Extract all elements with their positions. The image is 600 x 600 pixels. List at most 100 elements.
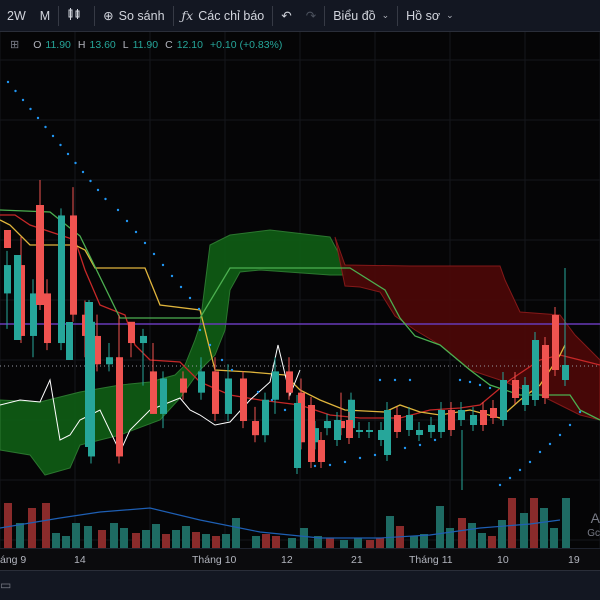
undo-button[interactable]: ↶: [274, 0, 298, 32]
psar-dot: [433, 438, 437, 442]
volume-bar: [508, 498, 516, 548]
volume-bar: [498, 520, 506, 548]
psar-dot: [197, 307, 201, 311]
indicators-label: Các chỉ báo: [198, 8, 265, 23]
candle-body: [334, 420, 341, 440]
volume-bar: [288, 538, 296, 548]
chevron-down-icon: ⌄: [381, 10, 390, 20]
chart-menu-button[interactable]: Biểu đồ ⌄: [326, 0, 396, 32]
psar-dot: [328, 463, 332, 467]
psar-dot: [313, 464, 317, 468]
toolbar-divider: [397, 5, 399, 26]
psar-dot: [188, 296, 192, 300]
volume-bar: [28, 508, 36, 548]
redo-button[interactable]: ↷: [299, 0, 323, 32]
volume-bar: [550, 528, 558, 548]
change-value: +0.10 (+0.83%): [209, 38, 283, 51]
candle-body: [470, 415, 477, 425]
candle-body: [44, 293, 51, 344]
candles-icon: [67, 7, 81, 24]
indicators-button[interactable]: ƒx Các chỉ báo: [175, 0, 272, 32]
profile-menu-button[interactable]: Hồ sơ ⌄: [399, 0, 460, 32]
psar-dot: [74, 161, 77, 165]
candle-body: [294, 403, 301, 468]
volume-bar: [458, 518, 466, 548]
volume-bar: [212, 536, 220, 548]
volume-bar: [562, 498, 570, 548]
volume-bar: [152, 524, 160, 548]
time-label: áng 9: [0, 554, 27, 566]
volume-bar: [478, 533, 486, 548]
psar-dot: [51, 134, 55, 138]
volume-bar: [162, 534, 170, 548]
candle-body: [448, 410, 455, 430]
volume-bar: [376, 538, 384, 548]
psar-dot: [66, 152, 70, 156]
toolbar-divider: [272, 5, 274, 26]
chart-type-button[interactable]: [60, 0, 93, 32]
candle-body: [384, 410, 391, 455]
psar-dot: [134, 230, 138, 234]
compare-label: So sánh: [118, 8, 165, 23]
psar-dot: [488, 386, 492, 390]
candle-body: [94, 335, 101, 365]
psar-dot: [14, 89, 17, 93]
psar-dot: [403, 446, 407, 450]
chevron-down-icon: ⌄: [446, 10, 454, 20]
volume-bar: [42, 503, 50, 548]
candle-body: [500, 380, 507, 420]
psar-dot: [198, 328, 202, 332]
time-label: 12: [281, 554, 293, 566]
volume-bar: [4, 503, 12, 548]
volume-bar: [232, 518, 240, 548]
volume-bar: [262, 534, 270, 548]
psar-dot: [256, 390, 260, 394]
candle-body: [128, 321, 135, 344]
psar-dot: [81, 170, 85, 174]
candle-body: [416, 430, 423, 435]
psar-dot: [528, 460, 532, 464]
high-value: 13.60: [89, 38, 116, 51]
candle-body: [308, 405, 315, 462]
candle-body: [480, 410, 487, 425]
calendar-icon[interactable]: ▭: [0, 578, 11, 592]
volume-bar: [84, 526, 92, 548]
volume-bar: [488, 536, 496, 548]
psar-dot: [393, 378, 397, 382]
psar-dot: [179, 285, 183, 289]
volume-bar: [468, 523, 476, 548]
time-label: 14: [74, 554, 86, 566]
candle-body: [180, 378, 187, 393]
volume-bar: [520, 513, 528, 548]
interval-month-button[interactable]: M: [33, 0, 57, 32]
low-value: 11.90: [132, 38, 159, 51]
volume-bar: [202, 534, 210, 548]
compare-button[interactable]: ⊕ So sánh: [96, 0, 171, 32]
volume-bar: [252, 536, 260, 548]
chart-pane[interactable]: [0, 32, 600, 548]
candle-body: [438, 410, 445, 432]
candle-body: [458, 410, 465, 420]
visibility-icon[interactable]: ⊞: [10, 38, 19, 51]
price-chart[interactable]: [0, 32, 600, 548]
interval-button[interactable]: 2W: [0, 0, 33, 32]
volume-bar: [410, 536, 418, 548]
volume-bar: [446, 528, 454, 548]
time-axis[interactable]: áng 9 14 Tháng 10 12 21 Tháng 11 10 19: [0, 548, 600, 570]
candle-body: [324, 421, 331, 429]
volume-bar: [540, 508, 548, 548]
candle-body: [116, 357, 123, 457]
psar-dot: [418, 443, 422, 447]
volume-bar: [52, 533, 60, 548]
low-label: L: [122, 38, 129, 51]
volume-bar: [16, 523, 24, 548]
psar-dot: [283, 408, 287, 412]
volume-bar: [340, 540, 348, 548]
psar-dot: [29, 107, 32, 111]
psar-dot: [568, 423, 572, 427]
chart-menu-label: Biểu đồ: [333, 8, 376, 23]
psar-dot: [498, 483, 502, 487]
kumo-bull-area: [0, 229, 346, 476]
psar-dot: [89, 179, 92, 183]
psar-dot: [143, 241, 147, 245]
